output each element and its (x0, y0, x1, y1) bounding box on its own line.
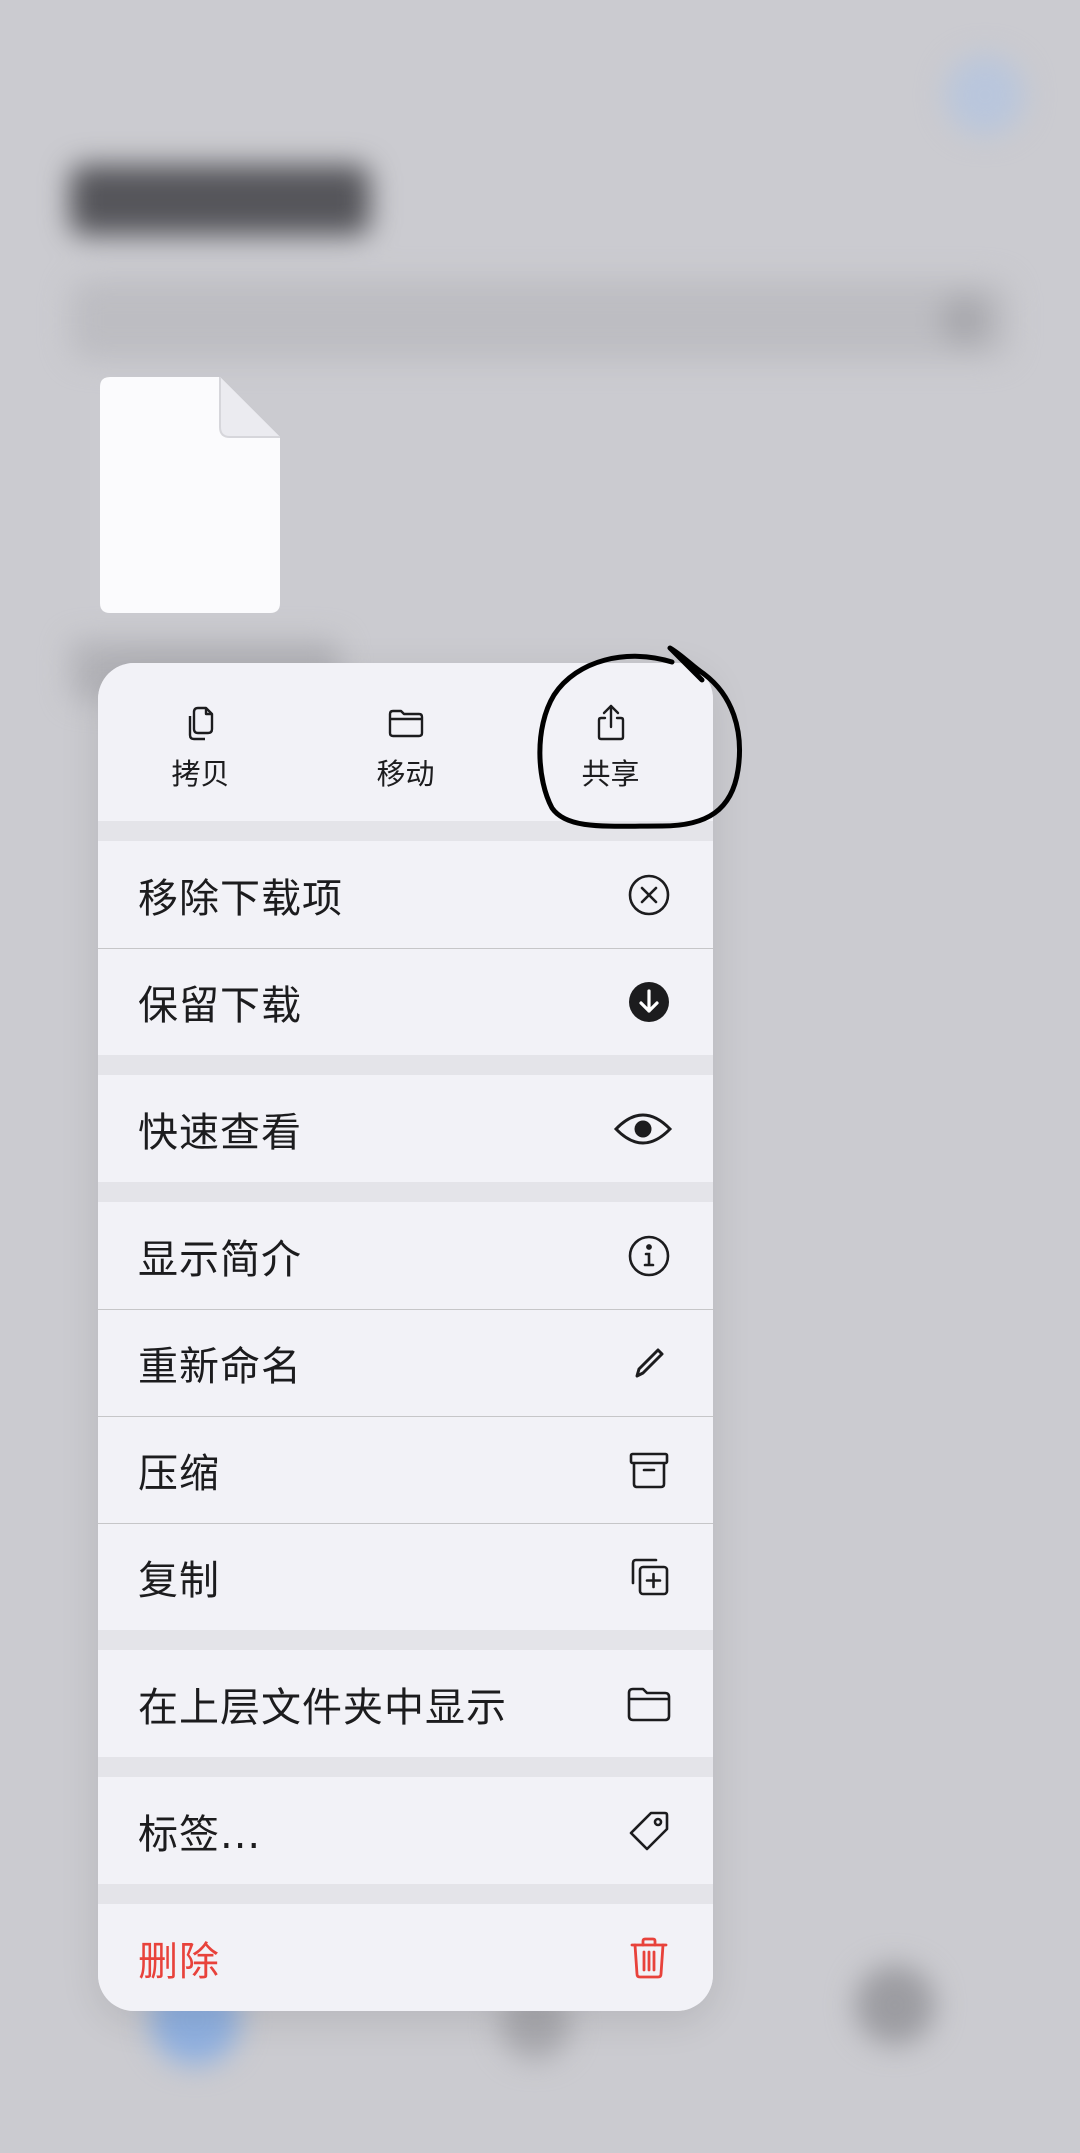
copy-docs-icon (188, 706, 213, 741)
file-thumbnail (100, 377, 280, 613)
menu-item-label: 删除 (138, 1938, 220, 1985)
tag-icon (629, 1811, 669, 1850)
menu-item-label: 标签... (138, 1811, 262, 1858)
show-in-enclosing-folder-item[interactable]: 在上层文件夹中显示 (98, 1650, 713, 1757)
menu-item-label: 显示简介 (138, 1236, 302, 1283)
archive-box-icon (629, 1452, 669, 1489)
folder-icon (627, 1687, 671, 1721)
menu-group: 在上层文件夹中显示 (98, 1650, 713, 1757)
folder-icon (388, 709, 423, 738)
quick-action-label: 共享 (581, 757, 640, 791)
menu-item-label: 移除下载项 (138, 875, 343, 922)
copy-button[interactable]: 拷贝 (98, 663, 303, 821)
share-button[interactable]: 共享 (508, 663, 713, 821)
menu-item-label: 压缩 (138, 1451, 220, 1497)
get-info-item[interactable]: 显示简介 (98, 1202, 713, 1309)
rename-item[interactable]: 重新命名 (98, 1309, 713, 1416)
menu-group: 显示简介 重新命名 压缩 复制 (98, 1202, 713, 1630)
menu-item-label: 快速查看 (138, 1109, 302, 1156)
compress-item[interactable]: 压缩 (98, 1416, 713, 1523)
delete-item[interactable]: 删除 (98, 1904, 713, 2011)
pencil-icon (635, 1348, 664, 1378)
eye-icon (613, 1113, 673, 1144)
avatar (945, 55, 1025, 135)
menu-group: 移除下载项 保留下载 (98, 841, 713, 1055)
quick-look-item[interactable]: 快速查看 (98, 1075, 713, 1182)
keep-download-item[interactable]: 保留下载 (98, 948, 713, 1055)
menu-group: 删除 (98, 1904, 713, 2011)
menu-group: 快速查看 (98, 1075, 713, 1182)
menu-item-label: 在上层文件夹中显示 (138, 1684, 507, 1731)
remove-download-item[interactable]: 移除下载项 (98, 841, 713, 948)
menu-item-label: 重新命名 (138, 1344, 302, 1390)
share-icon (597, 704, 624, 741)
trash-icon (630, 1937, 668, 1978)
microphone-icon (940, 295, 990, 345)
quick-actions-row: 拷贝 移动 共享 (98, 663, 713, 821)
x-circle-icon (628, 874, 670, 915)
download-circle-icon (629, 982, 669, 1022)
menu-group: 标签... (98, 1777, 713, 1884)
move-button[interactable]: 移动 (303, 663, 508, 821)
menu-item-label: 保留下载 (138, 983, 302, 1029)
context-menu: 拷贝 移动 共享 移除下载项 保留下载 快速查看 显示简介 重新命名 压缩 复制… (98, 663, 713, 2011)
page-title-blurred (70, 165, 370, 235)
quick-action-label: 移动 (376, 757, 435, 791)
menu-item-label: 复制 (138, 1558, 220, 1604)
duplicate-item[interactable]: 复制 (98, 1523, 713, 1630)
tags-item[interactable]: 标签... (98, 1777, 713, 1884)
search-bar-blurred (70, 280, 1010, 360)
info-circle-icon (628, 1235, 670, 1276)
quick-action-label: 拷贝 (171, 757, 230, 791)
tab-browse (855, 1965, 935, 2045)
duplicate-icon (631, 1558, 669, 1596)
